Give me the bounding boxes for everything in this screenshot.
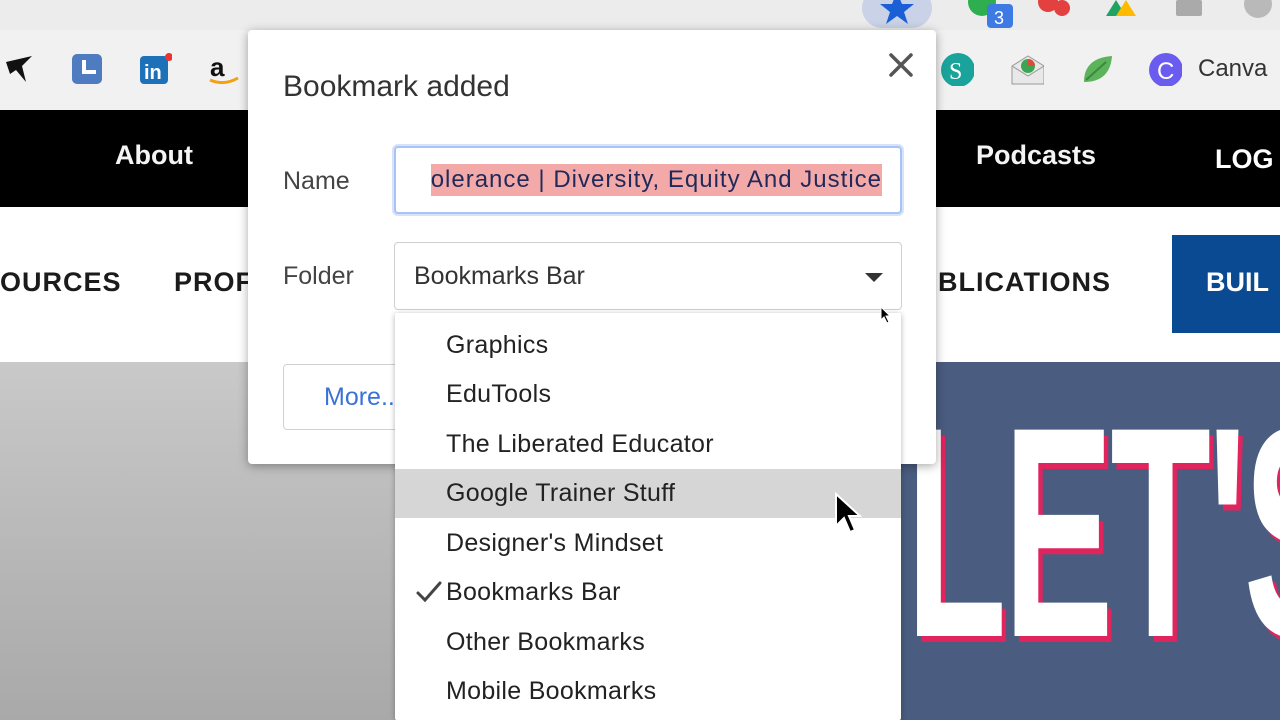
bookmark-name-input[interactable]: olerance | Diversity, Equity And Justice: [394, 146, 902, 214]
folder-option-label: Bookmarks Bar: [446, 578, 621, 606]
download-icon[interactable]: [1170, 0, 1210, 20]
folder-option-label: EduTools: [446, 380, 552, 408]
build-button-label: BUIL: [1206, 267, 1269, 297]
svg-text:S: S: [949, 59, 962, 85]
folder-option-label: Other Bookmarks: [446, 628, 646, 656]
subnav-link-resources[interactable]: OURCES: [0, 267, 122, 298]
chevron-down-icon: [865, 273, 883, 282]
nav-link-login[interactable]: LOG: [1215, 144, 1274, 175]
google-drive-icon[interactable]: [1102, 0, 1142, 20]
folder-option-google-trainer-stuff[interactable]: Google Trainer Stuff: [395, 469, 901, 518]
bookmark-leaf-icon[interactable]: [1080, 52, 1114, 86]
nav-link-about[interactable]: About: [115, 140, 193, 171]
folder-dropdown-list: Graphics EduTools The Liberated Educator…: [395, 313, 901, 720]
bookmark-star-button[interactable]: [862, 0, 932, 28]
folder-option-liberated-educator[interactable]: The Liberated Educator: [395, 420, 901, 469]
dialog-title: Bookmark added: [283, 70, 510, 103]
name-label: Name: [283, 167, 350, 195]
bookmark-mail-chart-icon[interactable]: [1010, 52, 1044, 86]
nav-link-podcasts[interactable]: Podcasts: [976, 140, 1096, 171]
name-input-selected-text: olerance | Diversity, Equity And Justice: [430, 164, 882, 196]
extension-chat-icon[interactable]: 3: [962, 0, 1022, 30]
svg-text:a: a: [210, 52, 225, 82]
folder-select-value: Bookmarks Bar: [414, 262, 585, 290]
subnav-link-publications[interactable]: BLICATIONS: [938, 267, 1111, 298]
svg-text:in: in: [144, 62, 162, 84]
folder-option-mobile-bookmarks[interactable]: Mobile Bookmarks: [395, 667, 901, 716]
extensions-menu-icon[interactable]: [1238, 0, 1280, 20]
folder-option-label: Graphics: [446, 331, 549, 359]
folder-option-edutools[interactable]: EduTools: [395, 370, 901, 419]
folder-select[interactable]: Bookmarks Bar: [394, 242, 902, 310]
svg-text:C: C: [1157, 58, 1174, 85]
mouse-pointer-icon: [835, 492, 862, 534]
bookmark-canva-icon[interactable]: C: [1148, 52, 1182, 86]
checkmark-icon: [416, 581, 442, 603]
more-button-label: More...: [324, 383, 402, 411]
bookmark-s-icon[interactable]: S: [940, 52, 974, 86]
folder-option-label: The Liberated Educator: [446, 430, 714, 458]
bookmark-linkedin-icon[interactable]: in: [138, 52, 172, 86]
browser-toolbar: 3: [0, 0, 1280, 30]
bookmark-canva-label[interactable]: Canva: [1198, 55, 1267, 83]
build-button[interactable]: BUIL: [1172, 235, 1280, 333]
folder-option-label: Designer's Mindset: [446, 529, 664, 557]
subnav-link-professional[interactable]: PROF: [174, 267, 253, 298]
notification-count-badge: 3: [994, 8, 1004, 28]
folder-option-bookmarks-bar[interactable]: Bookmarks Bar: [395, 568, 901, 617]
extension-red-icon[interactable]: [1034, 0, 1074, 24]
folder-option-label: Mobile Bookmarks: [446, 677, 657, 705]
bookmark-clock-icon[interactable]: [70, 52, 104, 86]
star-icon: [880, 0, 914, 24]
close-icon[interactable]: [884, 48, 918, 82]
folder-option-label: Google Trainer Stuff: [446, 479, 676, 507]
hero-banner: LET'S: [900, 362, 1280, 720]
hero-headline: LET'S: [906, 364, 1280, 700]
bookmark-ninja-icon[interactable]: [2, 52, 36, 86]
folder-label: Folder: [283, 262, 354, 290]
folder-option-graphics[interactable]: Graphics: [395, 321, 901, 370]
bookmark-amazon-icon[interactable]: a: [206, 52, 240, 86]
small-cursor-icon: [880, 306, 892, 324]
folder-option-designers-mindset[interactable]: Designer's Mindset: [395, 519, 901, 568]
folder-option-other-bookmarks[interactable]: Other Bookmarks: [395, 618, 901, 667]
